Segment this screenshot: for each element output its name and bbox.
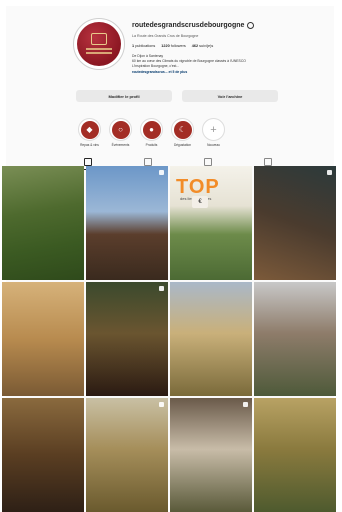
wine-icon: ◆ — [80, 120, 99, 139]
highlight-evenements[interactable]: ○ Événements — [109, 118, 132, 147]
post-tile[interactable] — [254, 166, 336, 280]
carousel-icon — [159, 170, 164, 175]
carousel-icon — [243, 402, 248, 407]
settings-icon[interactable] — [247, 22, 255, 29]
post-tile[interactable] — [86, 398, 168, 512]
guide-icon — [204, 158, 212, 166]
highlight-new[interactable]: + Nouveau — [202, 118, 225, 147]
post-tile[interactable] — [86, 282, 168, 396]
highlight-degustation[interactable]: ☾ Dégustation — [171, 118, 194, 147]
grid-icon — [84, 158, 92, 166]
post-tile[interactable]: TOP des lieux insolites € — [170, 166, 252, 280]
profile-stats: 1 publications 1220 followers 462 suivi(… — [132, 44, 213, 48]
stat-posts: 1 publications — [132, 44, 156, 48]
posts-grid: TOP des lieux insolites € — [2, 166, 336, 512]
carousel-icon — [159, 402, 164, 407]
food-icon: ● — [142, 120, 161, 139]
post-tile[interactable] — [2, 282, 84, 396]
post-tile[interactable] — [2, 166, 84, 280]
tagged-icon — [264, 158, 272, 166]
post-tile[interactable] — [2, 398, 84, 512]
magnifier-icon: ○ — [111, 120, 130, 139]
highlight-produits[interactable]: ● Produits — [140, 118, 163, 147]
edit-profile-button[interactable]: Modifier le profil — [76, 90, 172, 102]
post-tile[interactable] — [170, 282, 252, 396]
profile-bio: De Dijon à Santenay 60 km au cœur des Cl… — [132, 54, 312, 75]
avatar[interactable] — [73, 18, 125, 70]
price-tag: € — [192, 196, 208, 208]
plus-icon: + — [204, 120, 223, 139]
archive-button[interactable]: Voir l'archive — [182, 90, 278, 102]
stat-followers[interactable]: 1220 followers — [161, 44, 186, 48]
profile-link[interactable]: routedesgrandscrus... et 5 de plus — [132, 70, 312, 75]
brand-logo — [77, 22, 121, 66]
highlight-repas[interactable]: ◆ Repas & vins — [78, 118, 101, 147]
carousel-icon — [327, 170, 332, 175]
post-tile[interactable] — [170, 398, 252, 512]
username: routedesgrandscrusdebourgogne — [132, 22, 255, 29]
profile-subtitle: La Route des Grands Crus de Bourgogne — [132, 34, 199, 38]
post-tile[interactable] — [254, 398, 336, 512]
moon-icon: ☾ — [173, 120, 192, 139]
post-tile[interactable] — [86, 166, 168, 280]
post-tile[interactable] — [254, 282, 336, 396]
carousel-icon — [159, 286, 164, 291]
reels-icon — [144, 158, 152, 166]
stat-following[interactable]: 462 suivi(e)s — [192, 44, 214, 48]
story-highlights: ◆ Repas & vins ○ Événements ● Produits ☾… — [78, 118, 225, 147]
